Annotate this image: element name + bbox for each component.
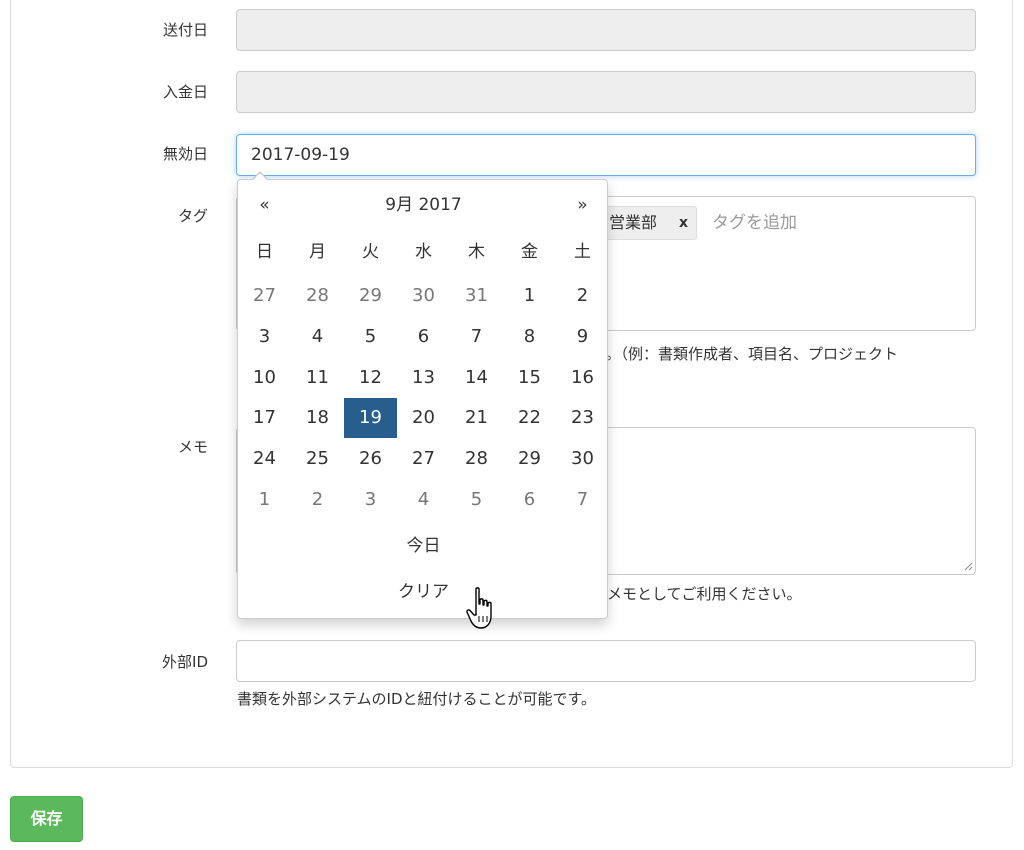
- datepicker-day[interactable]: 4: [397, 480, 450, 520]
- datepicker-day[interactable]: 8: [503, 317, 556, 357]
- datepicker-today-button[interactable]: 今日: [238, 531, 609, 561]
- datepicker-day[interactable]: 29: [503, 439, 556, 479]
- datepicker-day[interactable]: 27: [397, 439, 450, 479]
- datepicker-day[interactable]: 26: [344, 439, 397, 479]
- datepicker-day[interactable]: 24: [238, 439, 291, 479]
- weekday-header: 金: [521, 242, 538, 262]
- datepicker-day[interactable]: 19: [344, 398, 397, 438]
- datepicker-day[interactable]: 6: [397, 317, 450, 357]
- datepicker-day[interactable]: 28: [291, 276, 344, 316]
- datepicker-day[interactable]: 11: [291, 358, 344, 398]
- datepicker-day[interactable]: 2: [556, 276, 609, 316]
- weekday-header: 水: [415, 242, 432, 262]
- datepicker-day[interactable]: 28: [450, 439, 503, 479]
- datepicker-day[interactable]: 5: [344, 317, 397, 357]
- sent-date-field[interactable]: [236, 9, 976, 51]
- datepicker-day[interactable]: 30: [397, 276, 450, 316]
- sent-date-label: 送付日: [162, 21, 208, 39]
- datepicker-day[interactable]: 25: [291, 439, 344, 479]
- datepicker-day[interactable]: 17: [238, 398, 291, 438]
- datepicker-day[interactable]: 22: [503, 398, 556, 438]
- datepicker-day[interactable]: 16: [556, 358, 609, 398]
- datepicker-day[interactable]: 29: [344, 276, 397, 316]
- datepicker-day[interactable]: 6: [503, 480, 556, 520]
- datepicker-day[interactable]: 3: [238, 317, 291, 357]
- tags-label: タグ: [177, 207, 208, 225]
- datepicker-caret-fill: [253, 173, 267, 180]
- datepicker-day[interactable]: 21: [450, 398, 503, 438]
- hand-cursor-icon: [466, 587, 492, 629]
- resize-handle-icon[interactable]: [963, 561, 973, 571]
- datepicker-week-row: 27 28 29 30 31 1 2: [238, 276, 609, 316]
- payment-date-label: 入金日: [162, 83, 208, 101]
- datepicker-day[interactable]: 20: [397, 398, 450, 438]
- datepicker-week-row: 1234567: [238, 480, 609, 520]
- datepicker-day[interactable]: 30: [556, 439, 609, 479]
- invalid-date-label: 無効日: [162, 145, 208, 163]
- tags-help-text: す。（例：書類作成者、項目名、プロジェクト: [592, 345, 899, 363]
- datepicker-day[interactable]: 1: [238, 480, 291, 520]
- datepicker-day[interactable]: 13: [397, 358, 450, 398]
- weekday-header: 土: [574, 242, 591, 262]
- memo-label: メモ: [177, 438, 208, 456]
- external-id-field[interactable]: [236, 640, 976, 682]
- datepicker-day[interactable]: 4: [291, 317, 344, 357]
- datepicker-day[interactable]: 7: [556, 480, 609, 520]
- weekday-header: 日: [256, 242, 273, 262]
- datepicker-day[interactable]: 1: [503, 276, 556, 316]
- datepicker-next-button[interactable]: »: [556, 190, 609, 220]
- datepicker-day[interactable]: 12: [344, 358, 397, 398]
- tag-chip-label: 営業部: [609, 213, 658, 232]
- external-id-help-text: 書類を外部システムのIDと紐付けることが可能です。: [237, 690, 597, 708]
- save-button[interactable]: 保存: [10, 796, 83, 842]
- payment-date-field[interactable]: [236, 71, 976, 113]
- tag-remove-button[interactable]: x: [679, 207, 688, 239]
- datepicker-day[interactable]: 15: [503, 358, 556, 398]
- datepicker-week-row: 10 11 12 13 14 15 16: [238, 358, 609, 398]
- datepicker-clear-button[interactable]: クリア: [238, 577, 609, 607]
- weekday-header: 火: [362, 242, 379, 262]
- datepicker-day[interactable]: 3: [344, 480, 397, 520]
- datepicker-day[interactable]: 31: [450, 276, 503, 316]
- memo-help-text: メモとしてご利用ください。: [607, 585, 802, 603]
- datepicker-day[interactable]: 23: [556, 398, 609, 438]
- invalid-date-field[interactable]: 2017-09-19: [236, 134, 976, 176]
- datepicker-day[interactable]: 5: [450, 480, 503, 520]
- datepicker-month-title[interactable]: 9月 2017: [291, 190, 556, 220]
- datepicker-prev-button[interactable]: «: [238, 190, 291, 220]
- datepicker-day[interactable]: 27: [238, 276, 291, 316]
- datepicker-week-row: 3456789: [238, 317, 609, 357]
- datepicker-day[interactable]: 14: [450, 358, 503, 398]
- datepicker-day[interactable]: 10: [238, 358, 291, 398]
- weekday-header: 木: [468, 242, 485, 262]
- weekday-header: 月: [309, 242, 326, 262]
- datepicker-week-row: 24 25 26 27 28 29 30: [238, 439, 609, 479]
- datepicker-day[interactable]: 2: [291, 480, 344, 520]
- datepicker-day[interactable]: 18: [291, 398, 344, 438]
- datepicker-day[interactable]: 7: [450, 317, 503, 357]
- datepicker-day[interactable]: 9: [556, 317, 609, 357]
- datepicker-week-row: 17 18 19 20 21 22 23: [238, 398, 609, 438]
- external-id-label: 外部ID: [162, 653, 208, 671]
- datepicker-weekday-row: 日 月 火 水 木 金 土: [238, 232, 609, 272]
- tag-add-input[interactable]: タグを追加: [712, 210, 797, 236]
- datepicker-popup: « 9月 2017 » 日 月 火 水 木 金 土 27 28 29 30 31 1 2 3 4…: [237, 179, 608, 619]
